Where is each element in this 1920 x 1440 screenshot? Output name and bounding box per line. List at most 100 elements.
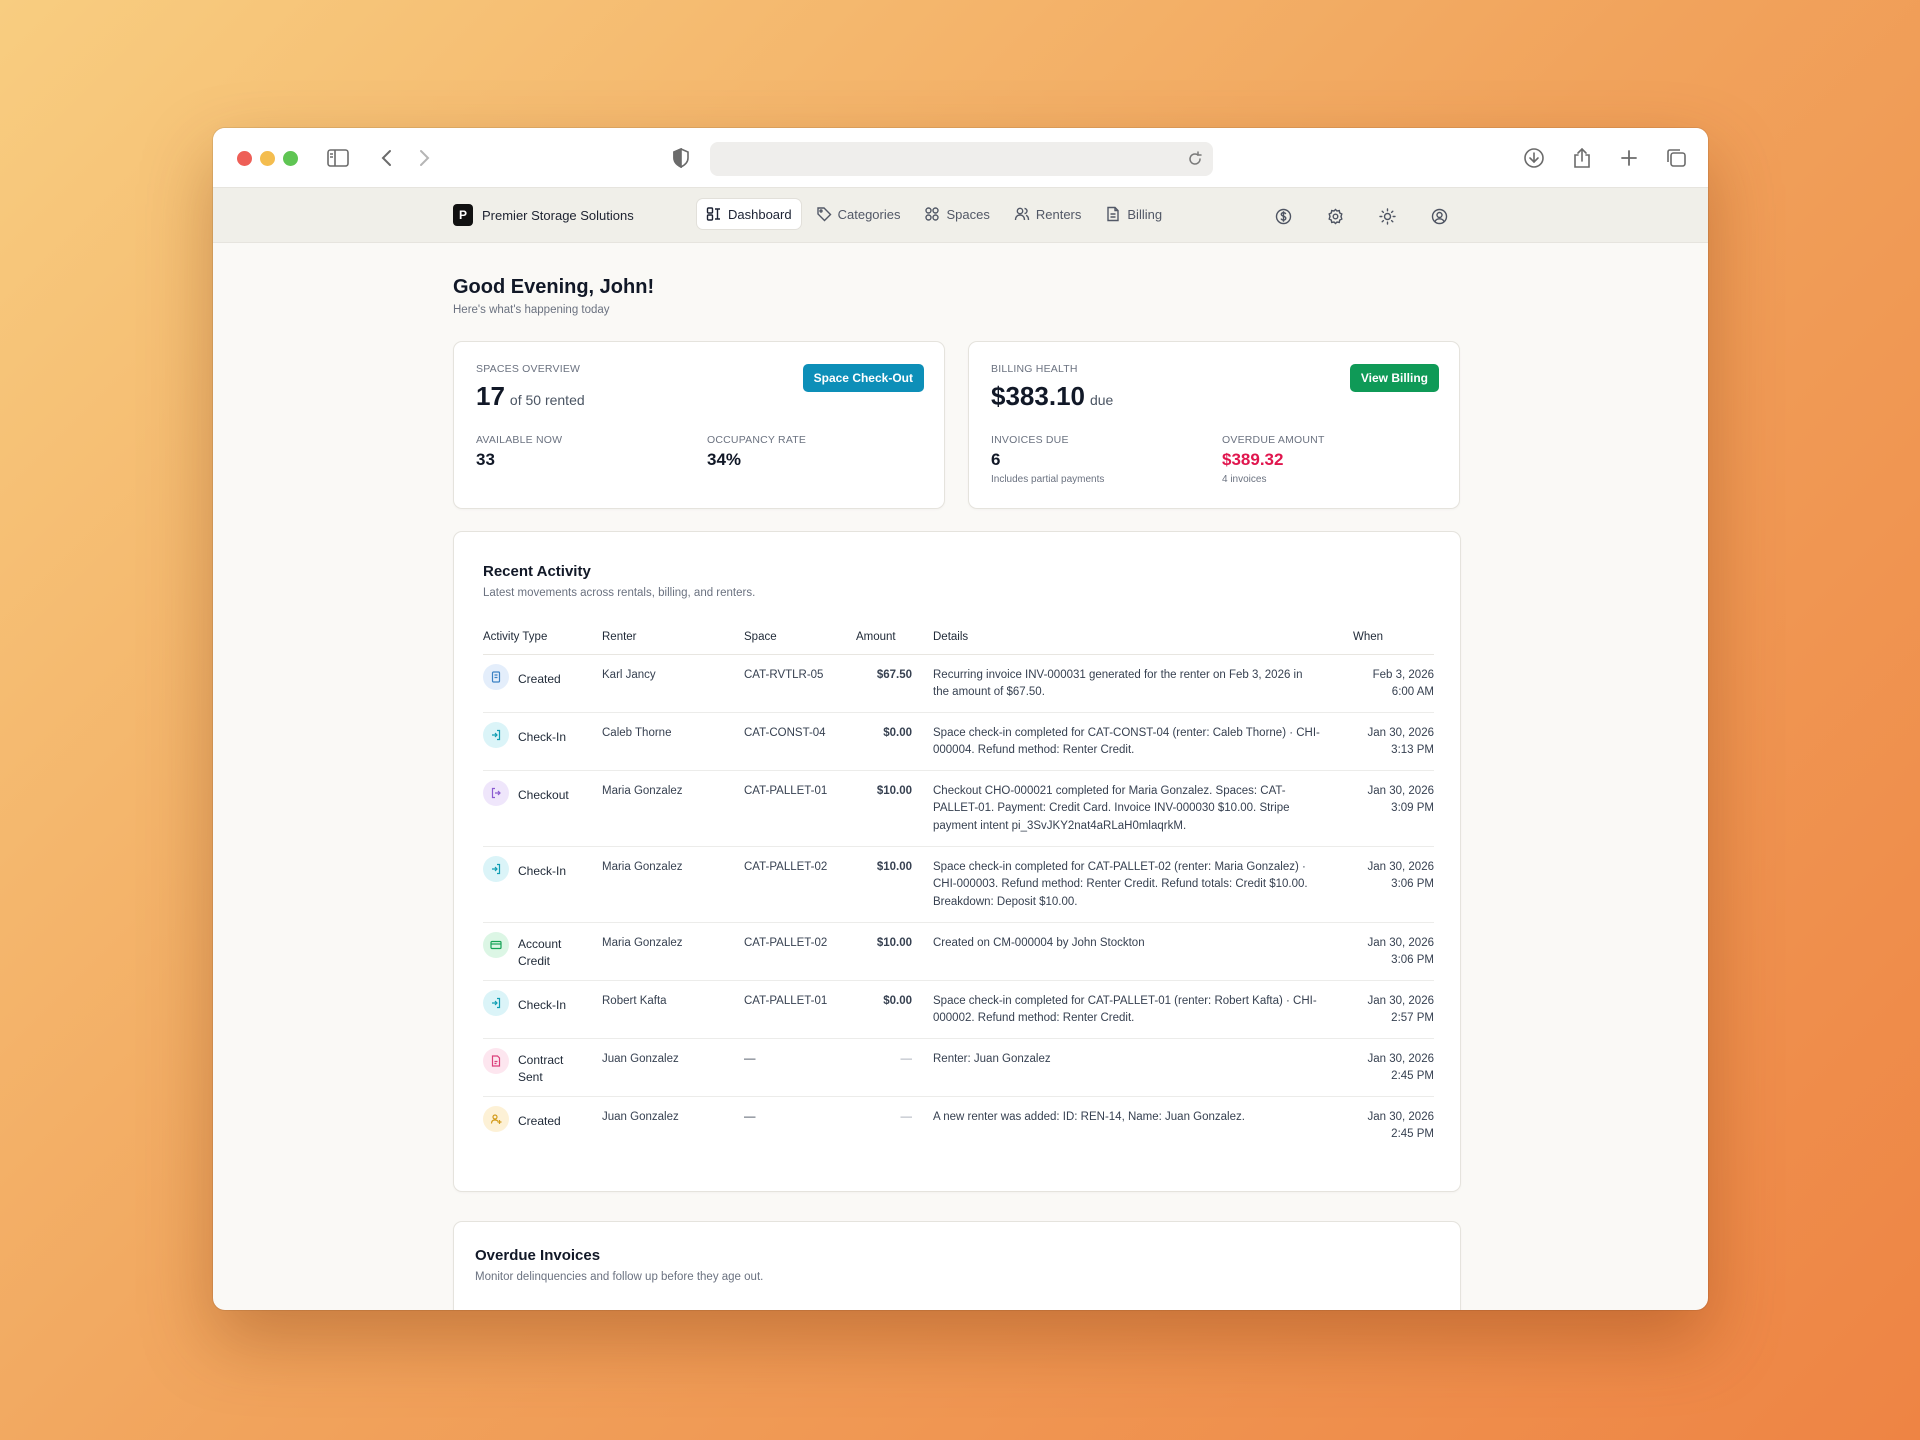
- details-cell: Checkout CHO-000021 completed for Maria …: [912, 770, 1328, 847]
- amount-cell: $0.00: [856, 712, 912, 771]
- col-when[interactable]: When: [1328, 620, 1434, 655]
- new-tab-icon[interactable]: [1615, 144, 1643, 172]
- when-time: 3:13 PM: [1391, 744, 1434, 756]
- brand[interactable]: P Premier Storage Solutions: [453, 204, 634, 226]
- settings-gear-icon[interactable]: [1325, 206, 1345, 226]
- main-nav: Dashboard Categories Spaces Renters Bill…: [697, 199, 1171, 229]
- when-cell: Jan 30, 2026 3:13 PM: [1328, 712, 1434, 771]
- details-cell: A new renter was added: ID: REN-14, Name…: [933, 1110, 1245, 1123]
- maximize-window-button[interactable]: [283, 151, 298, 166]
- col-renter[interactable]: Renter: [602, 620, 744, 655]
- reload-icon[interactable]: [1185, 149, 1205, 169]
- table-row[interactable]: Created Karl Jancy CAT-RVTLR-05 $67.50 R…: [483, 654, 1434, 713]
- activity-type: Created: [483, 1105, 602, 1132]
- forward-icon[interactable]: [410, 144, 438, 172]
- space-cell: CAT-PALLET-01: [744, 980, 856, 1039]
- table-row[interactable]: Checkout Maria Gonzalez CAT-PALLET-01 $1…: [483, 770, 1434, 847]
- sidebar-toggle-icon[interactable]: [324, 144, 352, 172]
- nav-utility-icons: [1273, 206, 1449, 226]
- col-space[interactable]: Space: [744, 620, 856, 655]
- tab-overview-icon[interactable]: [1662, 144, 1690, 172]
- renter-cell: Karl Jancy: [602, 654, 744, 713]
- download-icon[interactable]: [1520, 144, 1548, 172]
- browser-toolbar: [213, 128, 1708, 188]
- table-row[interactable]: Created Juan Gonzalez — — A new renter w…: [483, 1096, 1434, 1154]
- nav-billing-label: Billing: [1127, 206, 1163, 222]
- amount-cell: —: [900, 1110, 913, 1123]
- grid-icon: [925, 207, 940, 221]
- user-account-icon[interactable]: [1429, 206, 1449, 226]
- minimize-window-button[interactable]: [260, 151, 275, 166]
- amount-cell: $10.00: [856, 770, 912, 847]
- billing-health-label: BILLING HEALTH: [991, 363, 1078, 375]
- recent-activity-subtitle: Latest movements across rentals, billing…: [483, 587, 756, 599]
- billing-amount: $383.10: [991, 381, 1085, 411]
- nav-dashboard-label: Dashboard: [728, 206, 792, 222]
- activity-type-cell: Check-In: [483, 846, 602, 923]
- col-amount[interactable]: Amount: [856, 620, 912, 655]
- view-billing-button[interactable]: View Billing: [1349, 364, 1439, 392]
- spaces-rented: 17 of 50 rented: [476, 381, 585, 412]
- share-icon[interactable]: [1568, 144, 1596, 172]
- details-cell: Space check-in completed for CAT-PALLET-…: [912, 846, 1328, 923]
- privacy-shield-icon[interactable]: [667, 144, 695, 172]
- amount-cell: $67.50: [856, 654, 912, 713]
- when-time: 3:09 PM: [1391, 802, 1434, 814]
- back-icon[interactable]: [373, 144, 401, 172]
- activity-type: Created: [483, 663, 602, 690]
- activity-type-label: Created: [518, 1113, 561, 1128]
- address-bar[interactable]: [710, 142, 1213, 176]
- col-activity-type[interactable]: Activity Type: [483, 620, 602, 655]
- check-in-icon: [483, 721, 509, 748]
- when-date: Jan 30, 2026: [1367, 784, 1434, 797]
- col-details[interactable]: Details: [912, 620, 1328, 655]
- overdue-amount-note: 4 invoices: [1222, 474, 1267, 485]
- dollar-icon[interactable]: [1273, 206, 1293, 226]
- activity-type: Contract Sent: [483, 1047, 602, 1087]
- when-date: Jan 30, 2026: [1367, 860, 1434, 873]
- space-check-out-button[interactable]: Space Check-Out: [802, 364, 924, 392]
- details-cell: Renter: Juan Gonzalez: [912, 1038, 1328, 1097]
- table-row[interactable]: Check-In Maria Gonzalez CAT-PALLET-02 $1…: [483, 846, 1434, 923]
- when-date: Jan 30, 2026: [1367, 1110, 1434, 1123]
- when-date: Jan 30, 2026: [1367, 1052, 1434, 1065]
- spaces-overview-card: SPACES OVERVIEW 17 of 50 rented Space Ch…: [453, 341, 945, 509]
- table-row[interactable]: Account Credit Maria Gonzalez CAT-PALLET…: [483, 922, 1434, 981]
- overdue-amount-value: $389.32: [1222, 450, 1284, 469]
- nav-renters[interactable]: Renters: [1005, 199, 1091, 229]
- table-row[interactable]: Contract Sent Juan Gonzalez — — Renter: …: [483, 1038, 1434, 1097]
- recent-activity-title: Recent Activity: [483, 563, 591, 580]
- activity-type-cell: Check-In: [483, 980, 602, 1039]
- page-subtitle: Here's what's happening today: [453, 304, 610, 316]
- check-in-icon: [483, 855, 509, 882]
- nav-spaces[interactable]: Spaces: [915, 199, 998, 229]
- table-row[interactable]: Check-In Robert Kafta CAT-PALLET-01 $0.0…: [483, 980, 1434, 1039]
- when-cell: Jan 30, 2026 2:45 PM: [1328, 1096, 1434, 1154]
- when-cell: Jan 30, 2026 2:57 PM: [1328, 980, 1434, 1039]
- when-date: Jan 30, 2026: [1367, 936, 1434, 949]
- recent-activity-card: Recent Activity Latest movements across …: [453, 531, 1461, 1192]
- spaces-rented-suffix: of 50 rented: [509, 392, 585, 408]
- theme-sun-icon[interactable]: [1377, 206, 1397, 226]
- billing-amount-due: $383.10 due: [991, 381, 1113, 412]
- amount-cell: $10.00: [856, 846, 912, 923]
- activity-type-label: Check-In: [518, 729, 567, 744]
- nav-categories[interactable]: Categories: [807, 199, 910, 229]
- brand-logo: P: [453, 204, 473, 226]
- nav-dashboard[interactable]: Dashboard: [697, 199, 801, 229]
- activity-type-cell: Check-In: [483, 712, 602, 771]
- when-cell: Jan 30, 2026 3:06 PM: [1328, 922, 1434, 981]
- table-row[interactable]: Check-In Caleb Thorne CAT-CONST-04 $0.00…: [483, 712, 1434, 771]
- overdue-invoices-card: Overdue Invoices Monitor delinquencies a…: [453, 1221, 1461, 1310]
- invoices-due-value: 6: [991, 450, 1001, 469]
- renter-cell: Maria Gonzalez: [602, 922, 744, 981]
- app-navbar: P Premier Storage Solutions Dashboard Ca…: [213, 188, 1708, 243]
- when-cell: Feb 3, 2026 6:00 AM: [1328, 654, 1434, 713]
- space-cell: —: [744, 1110, 756, 1123]
- renter-cell: Juan Gonzalez: [602, 1038, 744, 1097]
- close-window-button[interactable]: [237, 151, 252, 166]
- when-time: 6:00 AM: [1391, 686, 1434, 698]
- amount-cell: —: [856, 1038, 912, 1097]
- nav-billing[interactable]: Billing: [1096, 199, 1171, 229]
- overdue-invoices-subtitle: Monitor delinquencies and follow up befo…: [475, 1271, 764, 1283]
